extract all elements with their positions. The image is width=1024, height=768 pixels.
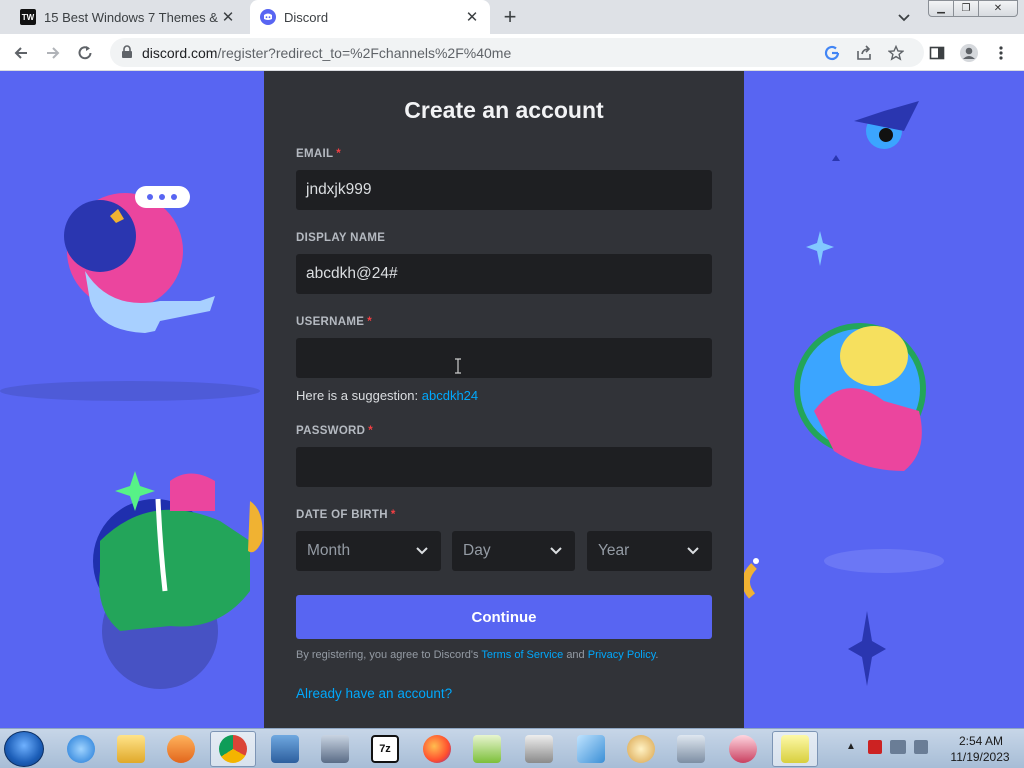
firefox-icon[interactable] bbox=[414, 731, 460, 767]
register-card: Create an account EMAIL * jndxjk999 DISPL… bbox=[264, 71, 744, 728]
menu-button[interactable] bbox=[988, 40, 1014, 66]
ie-icon[interactable] bbox=[58, 731, 104, 767]
dob-label: DATE OF BIRTH * bbox=[296, 509, 396, 521]
required-asterisk: * bbox=[368, 425, 374, 437]
remote-desktop-icon[interactable] bbox=[262, 731, 308, 767]
google-translate-icon[interactable] bbox=[822, 43, 842, 63]
bookmark-star-icon[interactable] bbox=[886, 43, 906, 63]
tab-windows-themes[interactable]: TW 15 Best Windows 7 Themes & Sk ✕ bbox=[10, 0, 246, 34]
browser-toolbar: discord.com/register?redirect_to=%2Fchan… bbox=[0, 34, 1024, 71]
username-label: USERNAME * bbox=[296, 316, 372, 328]
side-panel-button[interactable] bbox=[924, 40, 950, 66]
username-suggestion: Here is a suggestion: abcdkh24 bbox=[296, 388, 479, 403]
snipping-tool-icon[interactable] bbox=[720, 731, 766, 767]
new-tab-button[interactable]: + bbox=[498, 4, 522, 29]
system-tray: ▲ 2:54 AM 11/19/2023 bbox=[838, 729, 1024, 768]
minimize-button[interactable]: ▁ bbox=[928, 0, 954, 17]
reload-button[interactable] bbox=[72, 40, 98, 66]
clock-time[interactable]: 2:54 AM bbox=[946, 734, 1016, 748]
share-icon[interactable] bbox=[854, 43, 874, 63]
chrome-icon[interactable] bbox=[210, 731, 256, 767]
display-name-field[interactable]: abcdkh@24# bbox=[296, 254, 712, 294]
required-asterisk: * bbox=[336, 148, 342, 160]
show-hidden-icons-icon[interactable]: ▲ bbox=[846, 741, 856, 752]
forward-arrow-icon bbox=[47, 47, 60, 59]
notepad-icon[interactable] bbox=[464, 731, 510, 767]
tab-discord[interactable]: Discord ✕ bbox=[250, 0, 490, 34]
login-link[interactable]: Already have an account? bbox=[296, 686, 452, 701]
terms-notice: By registering, you agree to Discord's T… bbox=[296, 649, 659, 661]
username-field[interactable] bbox=[296, 338, 712, 378]
discord-favicon-icon bbox=[260, 9, 276, 25]
action-center-icon[interactable] bbox=[868, 740, 882, 754]
address-bar[interactable]: discord.com/register?redirect_to=%2Fchan… bbox=[110, 38, 924, 67]
right-illustrations bbox=[744, 101, 944, 686]
chevron-down-icon bbox=[416, 547, 428, 555]
tab-title: 15 Best Windows 7 Themes & Sk bbox=[44, 9, 218, 25]
explorer-icon[interactable] bbox=[108, 731, 154, 767]
windows-taskbar: 7z ▲ 2:54 AM 11/19/2023 bbox=[0, 728, 1024, 768]
network-status-icon[interactable] bbox=[890, 740, 906, 754]
kebab-menu-icon bbox=[999, 46, 1003, 60]
lock-icon[interactable] bbox=[120, 45, 134, 59]
text-cursor-icon bbox=[455, 358, 461, 374]
calculator-icon[interactable] bbox=[668, 731, 714, 767]
tw-favicon-icon: TW bbox=[20, 9, 36, 25]
left-illustrations bbox=[0, 186, 263, 689]
volume-muted-icon[interactable] bbox=[914, 740, 928, 754]
privacy-policy-link[interactable]: Privacy Policy bbox=[588, 649, 656, 661]
close-tab-icon[interactable]: ✕ bbox=[462, 7, 482, 27]
maximize-button[interactable]: ❐ bbox=[953, 0, 979, 17]
email-label: EMAIL * bbox=[296, 148, 342, 160]
month-placeholder: Month bbox=[307, 542, 351, 559]
paint-icon[interactable] bbox=[618, 731, 664, 767]
side-panel-icon bbox=[929, 46, 945, 60]
discord-register-page: Create an account EMAIL * jndxjk999 DISPL… bbox=[0, 71, 1024, 728]
paper-plane-icon[interactable] bbox=[568, 731, 614, 767]
start-button[interactable] bbox=[4, 731, 44, 767]
profile-avatar-icon bbox=[960, 44, 978, 62]
tab-strip: TW 15 Best Windows 7 Themes & Sk ✕ Disco… bbox=[0, 0, 1024, 34]
display-name-label: DISPLAY NAME bbox=[296, 232, 386, 244]
close-tab-icon[interactable]: ✕ bbox=[218, 7, 238, 27]
required-asterisk: * bbox=[390, 509, 396, 521]
7zip-icon[interactable]: 7z bbox=[362, 731, 408, 767]
chevron-down-icon bbox=[550, 547, 562, 555]
close-window-button[interactable]: ✕ bbox=[978, 0, 1018, 17]
url-text: discord.com/register?redirect_to=%2Fchan… bbox=[142, 45, 512, 61]
back-arrow-icon bbox=[14, 47, 27, 59]
page-title: Create an account bbox=[404, 97, 604, 123]
month-select[interactable]: Month bbox=[296, 531, 441, 571]
back-button[interactable] bbox=[8, 40, 34, 66]
profile-button[interactable] bbox=[956, 40, 982, 66]
reload-icon bbox=[78, 46, 92, 60]
year-select[interactable]: Year bbox=[587, 531, 712, 571]
continue-button[interactable]: Continue bbox=[296, 595, 712, 639]
forward-button[interactable] bbox=[40, 40, 66, 66]
clock-date[interactable]: 11/19/2023 bbox=[940, 750, 1020, 764]
network-icon[interactable] bbox=[312, 731, 358, 767]
terms-of-service-link[interactable]: Terms of Service bbox=[481, 649, 563, 661]
media-player-icon[interactable] bbox=[158, 731, 204, 767]
scanner-icon[interactable] bbox=[516, 731, 562, 767]
tab-search-chevron-icon[interactable] bbox=[894, 7, 914, 27]
email-field[interactable]: jndxjk999 bbox=[296, 170, 712, 210]
password-label: PASSWORD * bbox=[296, 425, 374, 437]
sticky-notes-icon[interactable] bbox=[772, 731, 818, 767]
day-select[interactable]: Day bbox=[452, 531, 575, 571]
required-asterisk: * bbox=[367, 316, 372, 328]
chevron-down-icon bbox=[687, 547, 699, 555]
suggestion-link[interactable]: abcdkh24 bbox=[422, 388, 478, 403]
password-field[interactable] bbox=[296, 447, 712, 487]
day-placeholder: Day bbox=[463, 542, 491, 559]
tab-title: Discord bbox=[284, 9, 329, 25]
year-placeholder: Year bbox=[598, 542, 630, 559]
